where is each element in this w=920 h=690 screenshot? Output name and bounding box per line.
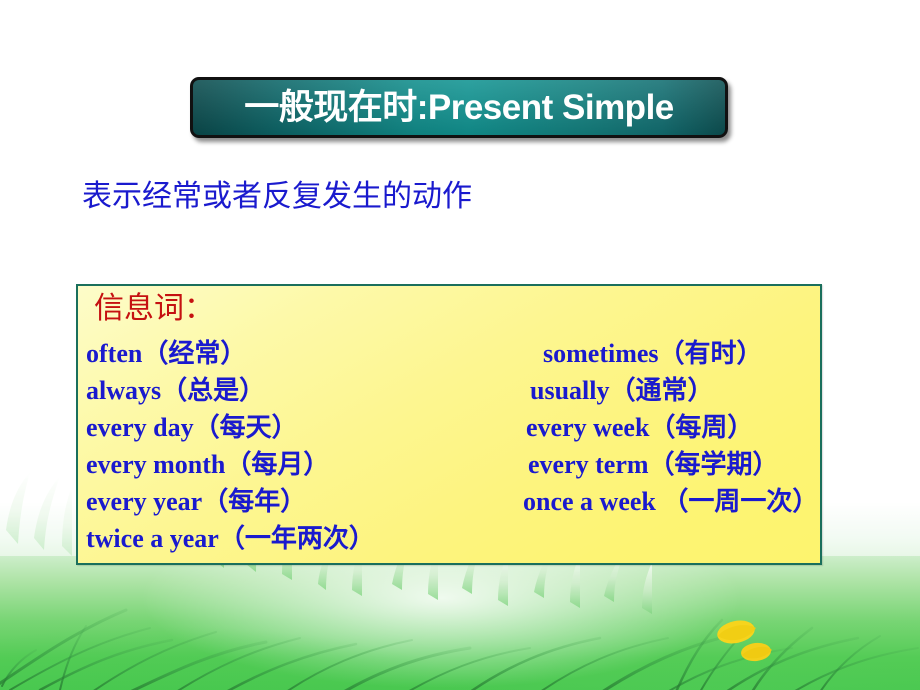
petal-large [717, 620, 756, 644]
slide-title-text: 一般现在时:Present Simple [244, 88, 674, 127]
slide-canvas: 一般现在时:Present Simple 表示经常或者反复发生的动作 信息词： … [0, 0, 920, 690]
signal-word-left: every month（每月） [86, 450, 330, 479]
signal-word-left: twice a year（一年两次） [86, 524, 375, 553]
signal-word-right: once a week （一周一次） [523, 487, 819, 516]
signal-word-left: always（总是） [86, 376, 266, 405]
signal-word-left: often（经常） [86, 339, 247, 368]
signal-words-heading: 信息词： [94, 291, 214, 326]
signal-word-row: every year（每年） once a week （一周一次） [78, 485, 820, 522]
signal-words-list: often（经常） sometimes（有时） always（总是） usually（… [78, 337, 820, 559]
signal-word-row: twice a year（一年两次） [78, 522, 820, 559]
signal-word-left: every year（每年） [86, 487, 307, 516]
signal-word-row: every day（每天） every week（每周） [78, 411, 820, 448]
slide-subtitle-text: 表示经常或者反复发生的动作 [82, 179, 472, 214]
signal-words-box: 信息词： often（经常） sometimes（有时） always（总是） usu… [76, 284, 822, 565]
signal-word-row: every month（每月） every term（每学期） [78, 448, 820, 485]
signal-word-row: always（总是） usually（通常） [78, 374, 820, 411]
signal-word-row: often（经常） sometimes（有时） [78, 337, 820, 374]
petal-small [741, 642, 772, 662]
signal-word-right: every term（每学期） [528, 450, 779, 479]
signal-word-right: usually（通常） [530, 376, 714, 405]
slide-title-banner: 一般现在时:Present Simple [190, 77, 728, 138]
signal-word-left: every day（每天） [86, 413, 298, 442]
signal-word-right: every week（每周） [526, 413, 754, 442]
signal-word-right: sometimes（有时） [543, 339, 763, 368]
